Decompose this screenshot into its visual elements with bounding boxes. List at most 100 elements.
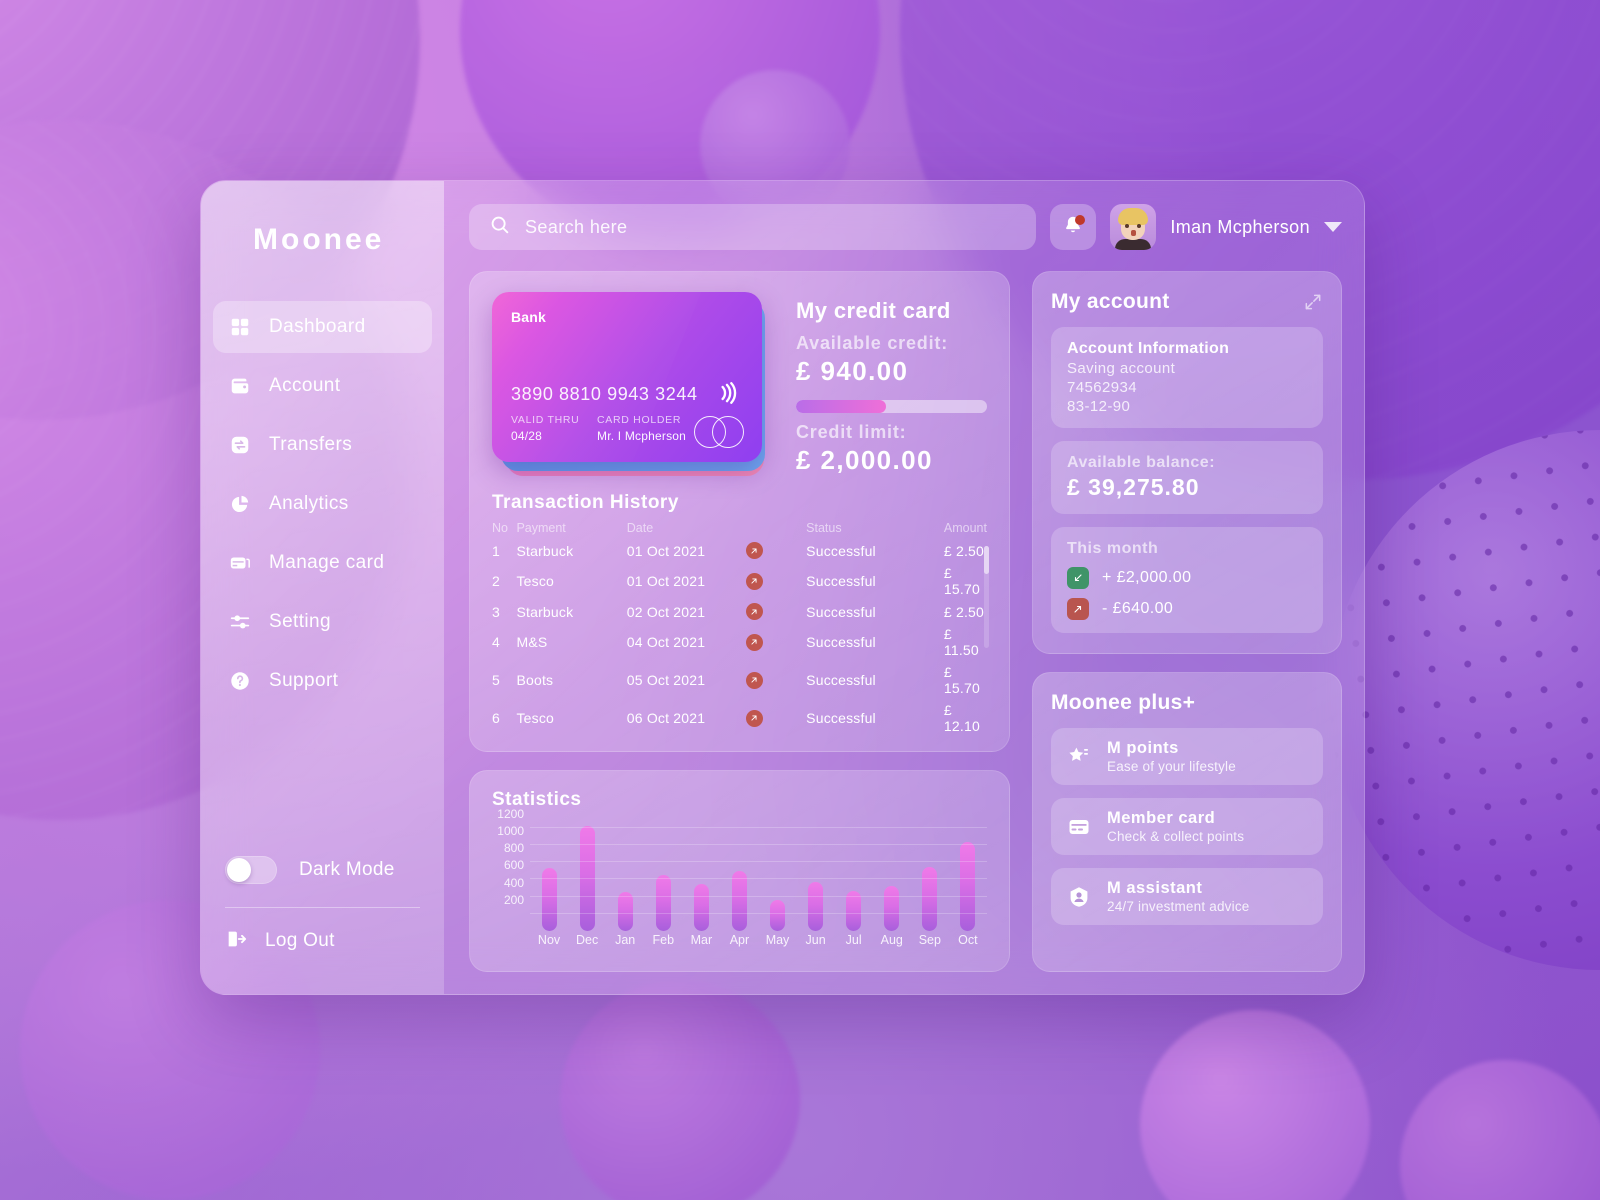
my-account-panel: My account Account Information Saving ac… xyxy=(1032,271,1342,654)
chart-bar-cell xyxy=(797,819,835,931)
chart-x-label: Jan xyxy=(615,933,636,947)
chart-y-tick: 1000 xyxy=(497,823,524,838)
expand-icon[interactable] xyxy=(1303,292,1323,312)
avatar-mouth xyxy=(1131,230,1137,236)
sidebar-nav: Dashboard Account Transfers Analytics Ma… xyxy=(201,301,444,714)
chart-bar[interactable] xyxy=(884,885,900,931)
table-row[interactable]: 1 Starbuck 01 Oct 2021 Successful £ 2.50 xyxy=(492,539,987,562)
chart-x-axis: Nov Dec Jan Feb Mar Apr May Jun Jul Aug Sep Oct xyxy=(530,933,987,957)
chart-bar[interactable] xyxy=(770,900,785,931)
chart-y-tick: 200 xyxy=(503,892,524,907)
chart-bar[interactable] xyxy=(960,842,976,931)
chart-bar[interactable] xyxy=(846,890,862,931)
statistics-title: Statistics xyxy=(492,789,582,810)
scrollbar-thumb[interactable] xyxy=(984,546,989,574)
income-amount: + £2,000.00 xyxy=(1102,569,1192,586)
avatar-hair xyxy=(1118,208,1149,225)
content-area: Bank 3890 8810 9943 3244 VALID THRU 04/2… xyxy=(469,271,1342,972)
table-row[interactable]: 4 M&S 04 Oct 2021 Successful £ 11.50 xyxy=(492,623,987,661)
chart-bar[interactable] xyxy=(922,867,938,931)
credit-progress-fill xyxy=(796,400,886,413)
card-logo-ring-right xyxy=(712,416,744,448)
income-row: + £2,000.00 xyxy=(1067,567,1307,589)
sidebar-item-dashboard[interactable]: Dashboard xyxy=(213,301,432,353)
this-month-card: This month + £2,000.00 - £640.00 xyxy=(1051,527,1323,633)
transfer-icon xyxy=(229,434,251,456)
logout-button[interactable]: Log Out xyxy=(201,914,444,968)
cell-payment: Starbuck xyxy=(516,603,574,620)
dark-mode-toggle[interactable] xyxy=(225,856,277,884)
search-bar[interactable] xyxy=(469,204,1037,250)
sidebar-item-support[interactable]: Support xyxy=(213,655,432,707)
chart-bar[interactable] xyxy=(693,883,709,931)
user-name: Iman Mcpherson xyxy=(1170,216,1310,237)
notifications-button[interactable] xyxy=(1050,204,1097,250)
credit-info: My credit card Available credit: £ 940.0… xyxy=(796,292,987,476)
transaction-arrow-icon xyxy=(745,671,763,689)
moonee-plus-panel: Moonee plus+ M points Ease of your lifes… xyxy=(1032,672,1342,972)
cell-no: 4 xyxy=(492,634,500,650)
chart-bar-cell xyxy=(682,819,720,931)
cell-date: 02 Oct 2021 xyxy=(626,603,706,620)
avatar[interactable] xyxy=(1110,204,1157,250)
cell-status: Successful xyxy=(806,710,876,726)
chart-x-label: Jul xyxy=(845,933,862,947)
chart-x-label: Mar xyxy=(690,933,713,947)
chart-x-label: Sep xyxy=(918,933,941,947)
plus-item-member-card[interactable]: Member card Check & collect points xyxy=(1051,798,1323,855)
table-row[interactable]: 6 Tesco 06 Oct 2021 Successful £ 12.10 xyxy=(492,699,987,737)
credit-card-panel: Bank 3890 8810 9943 3244 VALID THRU 04/2… xyxy=(469,271,1010,752)
cell-status: Successful xyxy=(806,573,876,589)
transaction-history-title: Transaction History xyxy=(492,492,679,513)
chart-gridline xyxy=(530,878,987,880)
cell-payment: Starbuck xyxy=(516,542,574,559)
table-header-row: No Payment Date Status Amount xyxy=(492,521,987,539)
credit-card[interactable]: Bank 3890 8810 9943 3244 VALID THRU 04/2… xyxy=(492,292,762,462)
question-icon xyxy=(229,670,251,692)
statistics-chart: 200 400 600 800 1000 1200 Nov Dec Jan Fe… xyxy=(492,807,987,957)
cell-payment: M&S xyxy=(516,634,548,650)
chart-bar[interactable] xyxy=(731,871,747,931)
table-row[interactable]: 3 Starbuck 02 Oct 2021 Successful £ 2.50 xyxy=(492,600,987,623)
plus-item-m-assistant[interactable]: M assistant 24/7 investment advice xyxy=(1051,868,1323,925)
chart-bar-cell xyxy=(835,819,873,931)
chart-bar[interactable] xyxy=(808,882,824,931)
cell-status: Successful xyxy=(806,634,876,650)
cell-payment: Boots xyxy=(516,672,554,688)
plus-item-subtitle: 24/7 investment advice xyxy=(1107,899,1250,914)
table-row[interactable]: 5 Boots 05 Oct 2021 Successful £ 15.70 xyxy=(492,661,987,699)
card-network-logo-icon xyxy=(694,416,744,448)
sidebar-item-label: Support xyxy=(269,670,339,691)
sidebar-item-account[interactable]: Account xyxy=(213,360,432,412)
chart-bar[interactable] xyxy=(617,892,633,931)
sidebar-item-transfers[interactable]: Transfers xyxy=(213,419,432,471)
sidebar-item-setting[interactable]: Setting xyxy=(213,596,432,648)
chart-bars xyxy=(530,819,987,931)
chart-bar[interactable] xyxy=(655,874,671,931)
chevron-down-icon[interactable] xyxy=(1324,222,1342,232)
table-row[interactable]: 2 Tesco 01 Oct 2021 Successful £ 15.70 xyxy=(492,562,987,600)
plus-item-text: M assistant 24/7 investment advice xyxy=(1107,879,1249,914)
sidebar-divider xyxy=(225,907,420,908)
statistics-panel: Statistics 200 400 600 800 1000 1200 Nov… xyxy=(469,770,1010,972)
this-month-label: This month xyxy=(1067,540,1159,557)
chart-bar[interactable] xyxy=(541,867,557,931)
sidebar-item-manage-card[interactable]: Manage card xyxy=(213,537,432,589)
sidebar-item-analytics[interactable]: Analytics xyxy=(213,478,432,530)
chart-x-label: Jun xyxy=(805,933,826,947)
background-sphere-dotted xyxy=(1330,430,1600,970)
sidebar-item-label: Transfers xyxy=(269,434,353,455)
cell-icon xyxy=(745,623,806,661)
wallet-icon xyxy=(229,375,251,397)
card-valid-value: 04/28 xyxy=(511,429,543,443)
search-input[interactable] xyxy=(525,216,1017,238)
transaction-scrollbar[interactable] xyxy=(984,546,989,648)
plus-item-title: M points xyxy=(1107,739,1179,757)
cell-status: Successful xyxy=(806,603,876,620)
card-valid-label: VALID THRU xyxy=(511,414,580,426)
plus-item-m-points[interactable]: M points Ease of your lifestyle xyxy=(1051,728,1323,785)
chart-x-label: Feb xyxy=(652,933,675,947)
transaction-arrow-icon xyxy=(745,709,763,727)
account-sort-code: 83-12-90 xyxy=(1067,398,1131,415)
credit-card-top: Bank 3890 8810 9943 3244 VALID THRU 04/2… xyxy=(492,292,987,476)
